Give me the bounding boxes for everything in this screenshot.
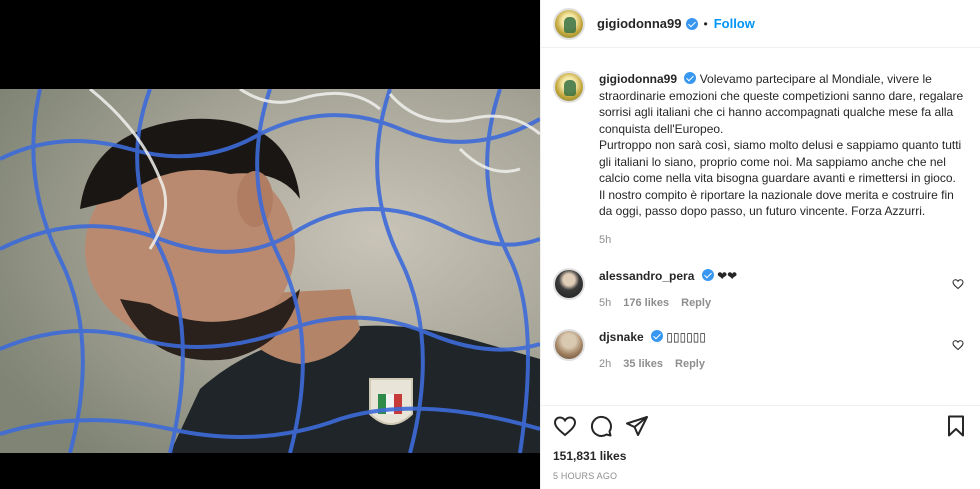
comment-item: djsnake ▯▯▯▯▯▯ 2h 35 likes Reply [553,329,964,370]
comment-like-heart-icon[interactable] [952,339,964,351]
comment-likes-count[interactable]: 35 likes [623,358,663,370]
caption-author-avatar[interactable] [553,71,585,103]
post-timestamp[interactable]: 5 HOURS AGO [553,471,968,481]
author-avatar[interactable] [553,7,585,40]
author-username[interactable]: gigiodonna99 [597,16,682,31]
comment-like-heart-icon[interactable] [952,278,964,290]
commenter-username[interactable]: alessandro_pera [599,269,694,283]
bookmark-icon[interactable] [944,414,968,438]
post-media-area [0,0,540,489]
comment-timestamp[interactable]: 2h [599,358,611,370]
instagram-post-view: gigiodonna99 • Follow gigiodonna99 Volev… [0,0,980,489]
post-caption: gigiodonna99 Volevamo partecipare al Mon… [553,71,964,248]
comment-timestamp[interactable]: 5h [599,297,611,309]
goalkeeper-behind-net-image [0,89,540,453]
comment-icon[interactable] [589,414,613,438]
separator-dot: • [703,16,708,31]
comment-likes-count[interactable]: 176 likes [623,297,669,309]
action-bar [553,406,968,446]
comment-item: alessandro_pera ❤❤ 5h 176 likes Reply [553,268,964,309]
post-side-panel: gigiodonna99 • Follow gigiodonna99 Volev… [540,0,980,489]
caption-author-username[interactable]: gigiodonna99 [599,72,677,86]
post-header: gigiodonna99 • Follow [541,0,980,48]
commenter-avatar[interactable] [553,329,585,361]
commenter-username[interactable]: djsnake [599,330,644,344]
verified-badge-icon [651,330,664,342]
caption-timestamp[interactable]: 5h [599,232,964,249]
caption-text-paragraph-2: Purtroppo non sarà così, siamo molto del… [599,138,962,218]
verified-badge-icon [684,72,697,84]
commenter-avatar[interactable] [553,268,585,300]
verified-badge-icon [685,17,698,30]
comment-text: ▯▯▯▯▯▯ [666,330,707,344]
comment-reply-button[interactable]: Reply [675,358,705,370]
comment-reply-button[interactable]: Reply [681,297,711,309]
comments-section[interactable]: gigiodonna99 Volevamo partecipare al Mon… [541,49,980,405]
post-actions: 151,831 likes 5 HOURS AGO [541,405,980,489]
heart-icon[interactable] [553,414,577,438]
comment-text: ❤❤ [717,269,738,283]
verified-badge-icon [701,269,714,281]
share-icon[interactable] [625,414,649,438]
post-likes-count[interactable]: 151,831 likes [553,449,968,463]
follow-button[interactable]: Follow [714,16,755,31]
post-photo[interactable] [0,89,540,453]
